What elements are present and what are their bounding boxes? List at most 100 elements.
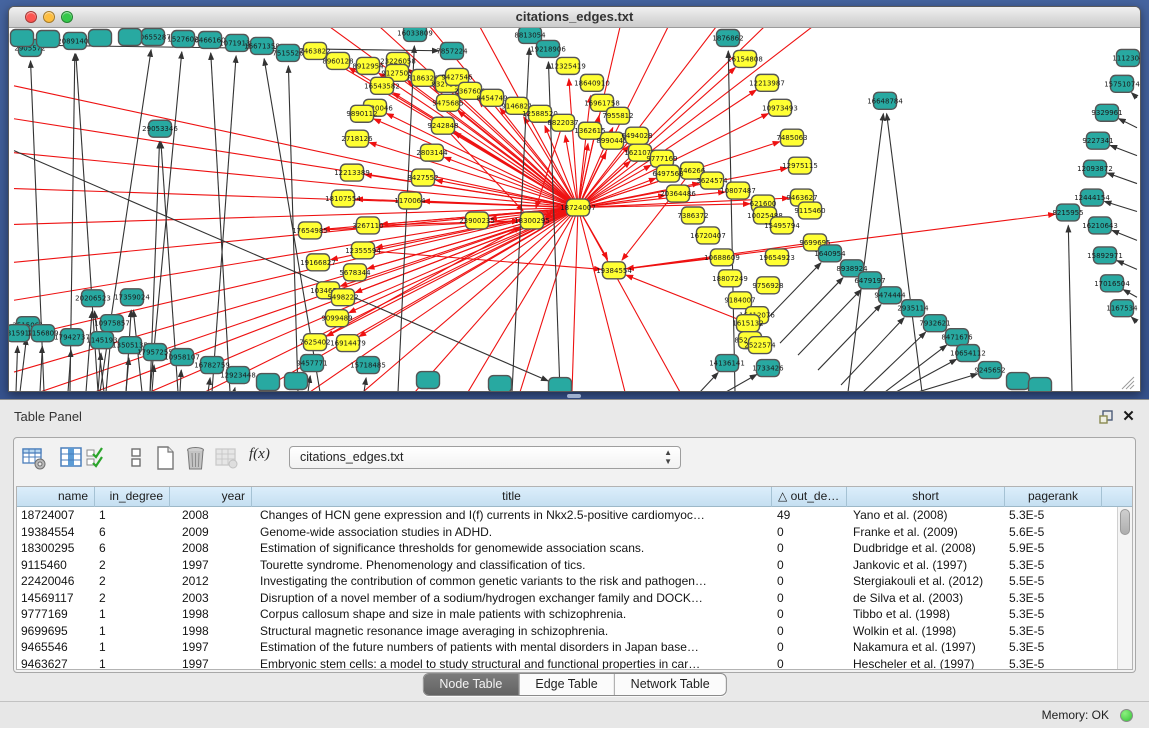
table-row[interactable]: 969969511998Structural magnetic resonanc…	[17, 623, 1117, 640]
table-row[interactable]: 911546021997Tourette syndrome. Phenomeno…	[17, 557, 1117, 574]
graph-node[interactable]	[37, 30, 60, 47]
close-panel-icon[interactable]: ✕	[1120, 407, 1137, 426]
vertical-scrollbar[interactable]	[1117, 507, 1132, 669]
graph-node[interactable]	[1029, 378, 1052, 391]
graph-node-label: 18300295	[514, 217, 550, 225]
graph-node-label: 10958107	[164, 354, 200, 362]
graph-node-label: 12355594	[345, 247, 381, 255]
table-row[interactable]: 1938455462009Genome-wide association stu…	[17, 524, 1117, 541]
table-row[interactable]: 946554611997Estimation of the future num…	[17, 639, 1117, 656]
graph-node-label: 6497568	[652, 170, 683, 178]
graph-node-label: 15751074	[1104, 80, 1140, 88]
graph-node-label: 7857224	[436, 47, 468, 55]
graph-node-label: 9245652	[974, 367, 1005, 375]
graph-node-label: 20206523	[75, 295, 111, 303]
cell: Disruption of a novel member of a sodium…	[252, 590, 772, 607]
graph-node-label: 10688609	[704, 254, 740, 262]
graph-node[interactable]	[1007, 373, 1030, 390]
cell: 2	[95, 573, 170, 590]
cell: 2008	[170, 507, 252, 524]
network-canvas[interactable]: 1872400774638228960128891295423226058912…	[9, 28, 1140, 391]
cell: 1997	[170, 639, 252, 656]
table-settings-icon[interactable]	[21, 444, 47, 472]
cell: 0	[772, 524, 847, 541]
cell: 5.3E-5	[1005, 590, 1102, 607]
memory-ok-indicator[interactable]	[1120, 709, 1133, 722]
cell: de Silva et al. (2003)	[847, 590, 1005, 607]
cell: 0	[772, 606, 847, 623]
delete-table-icon[interactable]	[183, 444, 209, 472]
column-edit-icon[interactable]	[59, 444, 85, 472]
network-view-window[interactable]: citations_edges.txt 18724007746382289601…	[8, 6, 1141, 392]
table-selector-dropdown[interactable]: citations_edges.txt ▲▼	[289, 446, 681, 469]
graph-node-label: 2522574	[744, 342, 776, 350]
graph-node[interactable]	[257, 374, 280, 391]
graph-node-label: 9099489	[321, 315, 352, 323]
graph-node-label: 16720407	[690, 232, 726, 240]
graph-node-label: 5475685	[432, 99, 463, 107]
window-titlebar[interactable]: citations_edges.txt	[9, 7, 1140, 28]
cell: 6	[95, 524, 170, 541]
tab-network-table[interactable]: Network Table	[614, 674, 726, 695]
graph-node-label: 10973493	[762, 104, 798, 112]
table-row[interactable]: 977716911998Corpus callosum shape and si…	[17, 606, 1117, 623]
table-row[interactable]: 1872400712008Changes of HCN gene express…	[17, 507, 1117, 524]
column-header-name[interactable]: name	[17, 487, 95, 507]
column-header-filler	[1102, 487, 1132, 507]
graph-node-label: 7463822	[299, 47, 330, 55]
graph-node-label: 16961758	[584, 99, 620, 107]
cell: 2003	[170, 590, 252, 607]
graph-node[interactable]	[285, 373, 308, 390]
column-header-pagerank[interactable]: pagerank	[1005, 487, 1102, 507]
graph-node-label: 8822037	[547, 119, 578, 127]
cell: Estimation of significance thresholds fo…	[252, 540, 772, 557]
select-rows-icon[interactable]	[84, 444, 110, 472]
cell: 2012	[170, 573, 252, 590]
cell: Structural magnetic resonance image aver…	[252, 623, 772, 640]
cell: 1	[95, 623, 170, 640]
cell: 6	[95, 540, 170, 557]
row-height-icon[interactable]	[123, 444, 149, 472]
graph-node-label: 18724007	[560, 204, 596, 212]
cell: 1	[95, 606, 170, 623]
graph-node[interactable]	[119, 28, 142, 45]
graph-node[interactable]	[89, 29, 112, 46]
graph-node-label: 18640910	[574, 79, 610, 87]
tab-edge-table[interactable]: Edge Table	[518, 674, 613, 695]
cell: Embryonic stem cells: a model to study s…	[252, 656, 772, 670]
graph-node-label: 14136141	[709, 360, 745, 368]
graph-node[interactable]	[11, 29, 34, 46]
graph-node[interactable]	[489, 376, 512, 391]
scrollbar-thumb[interactable]	[1120, 509, 1130, 535]
graph-node-label: 5498222	[327, 294, 358, 302]
graph-node[interactable]	[549, 378, 572, 391]
graph-node-label: 10654112	[950, 350, 986, 358]
panel-splitter-handle[interactable]	[567, 394, 581, 398]
float-panel-icon[interactable]	[1098, 409, 1115, 426]
table-row[interactable]: 946362711997Embryonic stem cells: a mode…	[17, 656, 1117, 670]
graph-node-label: 9227341	[1082, 137, 1113, 145]
table-row[interactable]: 1456911722003Disruption of a novel membe…	[17, 590, 1117, 607]
cell: 2	[95, 590, 170, 607]
column-header-year[interactable]: year	[170, 487, 252, 507]
resize-grip[interactable]	[1122, 377, 1134, 389]
new-table-icon[interactable]	[153, 444, 179, 472]
function-builder-icon[interactable]: f(x)	[249, 446, 275, 474]
table-body: 1872400712008Changes of HCN gene express…	[17, 507, 1117, 669]
cell: Franke et al. (2009)	[847, 524, 1005, 541]
column-header-in_degree[interactable]: in_degree	[95, 487, 170, 507]
column-header-short[interactable]: short	[847, 487, 1005, 507]
table-row[interactable]: 1830029562008Estimation of significance …	[17, 540, 1117, 557]
column-header-out_de[interactable]: △ out_de…	[772, 487, 847, 507]
graph-node-label: 6479197	[854, 277, 885, 285]
graph-node[interactable]	[417, 372, 440, 389]
graph-node-label: 9474444	[874, 292, 906, 300]
column-header-title[interactable]: title	[252, 487, 772, 507]
cell: 0	[772, 557, 847, 574]
table-row[interactable]: 2242004622012Investigating the contribut…	[17, 573, 1117, 590]
graph-node-label: 19166827	[300, 259, 336, 267]
cell: 18724007	[17, 507, 95, 524]
tab-node-table[interactable]: Node Table	[423, 674, 518, 695]
import-table-icon[interactable]	[214, 444, 240, 472]
cell: Tourette syndrome. Phenomenology and cla…	[252, 557, 772, 574]
